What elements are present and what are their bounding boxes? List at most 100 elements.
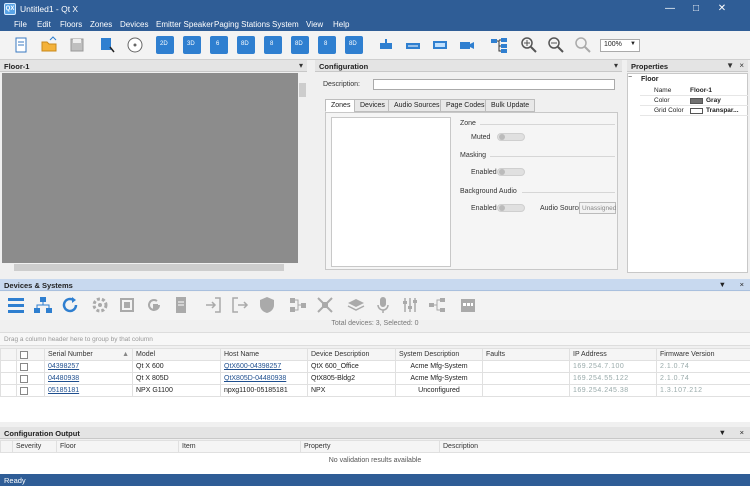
column-ip-address[interactable]: IP Address [569,348,657,361]
floor-canvas[interactable] [2,73,298,263]
pin-icon[interactable]: ▼ [726,61,734,70]
maximize-icon[interactable]: □ [686,2,706,16]
chevron-down-icon[interactable]: ▾ [614,61,618,70]
masking-enabled-toggle[interactable] [497,168,525,176]
column-severity[interactable]: Severity [12,440,57,453]
select-all-checkbox[interactable] [16,348,45,361]
close-icon[interactable]: × [739,61,744,70]
column-device-description[interactable]: Device Description [307,348,396,361]
column-item[interactable]: Item [178,440,301,453]
speaker-8d-alt2-icon[interactable]: 8D [345,36,363,54]
column-firmware-version[interactable]: Firmware Version [656,348,750,361]
property-row-grid-color[interactable]: Grid Color Transpar... [640,106,748,116]
minimize-icon[interactable]: — [660,2,680,16]
close-icon[interactable]: × [740,428,744,437]
menu-devices[interactable]: Devices [120,20,148,29]
host-name-link[interactable]: QtX600-04398257 [220,360,308,373]
column-floor[interactable]: Floor [56,440,179,453]
calendar-icon[interactable] [458,295,478,315]
column-faults[interactable]: Faults [482,348,570,361]
speaker-8d-alt-icon[interactable]: 8D [291,36,309,54]
unlink-icon[interactable] [315,295,335,315]
layers-icon[interactable] [346,295,366,315]
reboot-icon[interactable] [144,295,164,315]
row-checkbox[interactable] [16,372,45,385]
table-row[interactable]: 04398257 Qt X 600 QtX600-04398257 QtX 60… [0,360,750,373]
refresh-icon[interactable] [60,295,80,315]
description-input[interactable] [373,79,615,90]
column-serial-number[interactable]: Serial Number ▲ [44,348,133,361]
speaker-8-alt-icon[interactable]: 8 [318,36,336,54]
serial-number-link[interactable]: 04480938 [44,372,133,385]
audio-source-select[interactable]: Unassigned [579,202,616,214]
microphone-icon[interactable] [373,295,393,315]
column-host-name[interactable]: Host Name [220,348,308,361]
firmware-chip-icon[interactable] [117,295,137,315]
tab-zones[interactable]: Zones [325,99,357,112]
speaker-8d-icon[interactable]: 8D [237,36,255,54]
property-row-name[interactable]: Name Floor-1 [640,86,748,96]
table-row[interactable]: 04480938 Qt X 805D QtX805D-04480938 QtX8… [0,372,750,385]
serial-number-link[interactable]: 05185181 [44,384,133,397]
speaker-2d-icon[interactable]: 2D [156,36,174,54]
save-icon[interactable] [68,36,86,54]
equalizer-icon[interactable] [400,295,420,315]
display-icon[interactable] [431,36,449,54]
menu-view[interactable]: View [306,20,323,29]
menu-system[interactable]: System [272,20,299,29]
amplifier-icon[interactable] [377,36,395,54]
tab-audio-sources[interactable]: Audio Sources [388,99,446,112]
speaker-8-icon[interactable]: 8 [264,36,282,54]
import-icon[interactable] [203,295,223,315]
vertical-scrollbar[interactable] [298,73,307,263]
tab-bulk-update[interactable]: Bulk Update [485,99,536,112]
column-system-description[interactable]: System Description [395,348,483,361]
table-row[interactable]: 05185181 NPX G1100 npxg1100-05185181 NPX… [0,384,750,397]
speaker-6-icon[interactable]: 6 [210,36,228,54]
speaker-3d-icon[interactable]: 3D [183,36,201,54]
property-row-color[interactable]: Color Gray [640,96,748,106]
menu-edit[interactable]: Edit [37,20,51,29]
collapse-icon[interactable]: − [628,74,636,88]
export-icon[interactable] [230,295,250,315]
close-icon[interactable]: ✕ [712,2,732,16]
select-tool-icon[interactable] [98,36,116,54]
column-model[interactable]: Model [132,348,221,361]
zoom-level-select[interactable]: 100% ▼ [600,39,640,52]
tab-devices[interactable]: Devices [354,99,391,112]
column-description[interactable]: Description [439,440,750,453]
menu-floors[interactable]: Floors [60,20,82,29]
circle-tool-icon[interactable] [126,36,144,54]
menu-help[interactable]: Help [333,20,349,29]
zoom-out-icon[interactable] [547,36,565,54]
tab-page-codes[interactable]: Page Codes [440,99,491,112]
menu-paging-stations[interactable]: Paging Stations [214,20,270,29]
new-file-icon[interactable] [12,36,30,54]
shield-icon[interactable] [257,295,277,315]
zoom-in-icon[interactable] [520,36,538,54]
hierarchy-icon[interactable] [33,295,53,315]
close-icon[interactable]: × [740,280,744,289]
menu-zones[interactable]: Zones [90,20,112,29]
row-checkbox[interactable] [16,360,45,373]
row-checkbox[interactable] [16,384,45,397]
muted-toggle[interactable] [497,133,525,141]
host-name-link[interactable]: QtX805D-04480938 [220,372,308,385]
zones-list[interactable] [331,117,451,267]
device-network-icon[interactable] [288,295,308,315]
horizontal-scrollbar[interactable] [2,263,307,272]
zoom-fit-icon[interactable] [574,36,592,54]
controller-icon[interactable] [404,36,422,54]
settings-gear-icon[interactable] [90,295,110,315]
group-by-drop-area[interactable]: Drag a column header here to group by th… [0,332,750,346]
column-property[interactable]: Property [300,440,440,453]
list-view-icon[interactable] [6,295,26,315]
menu-emitter-speaker[interactable]: Emitter Speaker [156,20,213,29]
background-audio-enabled-toggle[interactable] [497,204,525,212]
serial-number-link[interactable]: 04398257 [44,360,133,373]
menu-file[interactable]: File [14,20,27,29]
camera-icon[interactable] [458,36,476,54]
chevron-down-icon[interactable]: ▾ [299,61,303,70]
pin-icon[interactable]: ▼ [719,280,726,289]
network-topology-icon[interactable] [490,36,508,54]
